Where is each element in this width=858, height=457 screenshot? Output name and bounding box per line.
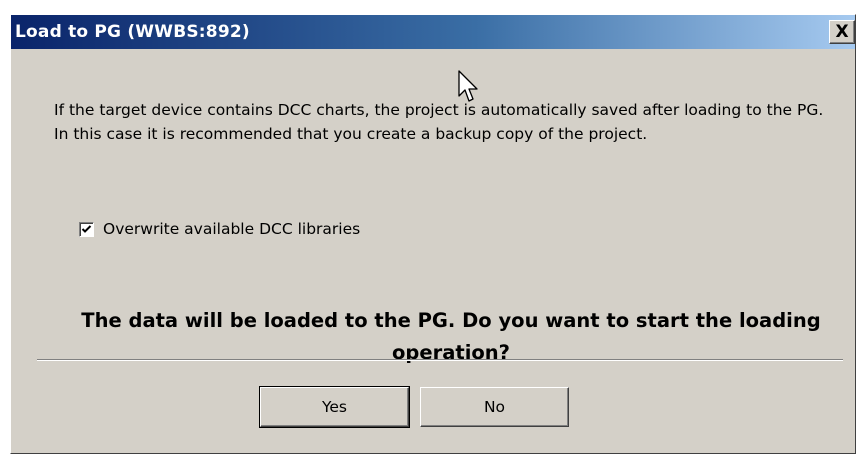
close-icon: X xyxy=(835,22,849,42)
yes-button[interactable]: Yes xyxy=(259,386,410,428)
no-button[interactable]: No xyxy=(420,387,569,427)
overwrite-libraries-checkbox[interactable] xyxy=(79,221,94,237)
dialog-title: Load to PG (WWBS:892) xyxy=(15,22,250,42)
checkmark-icon xyxy=(81,224,92,233)
overwrite-libraries-option[interactable]: Overwrite available DCC libraries xyxy=(79,220,360,238)
overwrite-libraries-label[interactable]: Overwrite available DCC libraries xyxy=(103,220,360,238)
info-message: If the target device contains DCC charts… xyxy=(54,101,824,143)
load-to-pg-dialog: Load to PG (WWBS:892) X If the target de… xyxy=(10,14,856,454)
close-button[interactable]: X xyxy=(829,20,855,44)
mouse-cursor-icon xyxy=(458,70,478,102)
title-bar[interactable]: Load to PG (WWBS:892) X xyxy=(11,15,855,49)
separator xyxy=(37,359,843,361)
